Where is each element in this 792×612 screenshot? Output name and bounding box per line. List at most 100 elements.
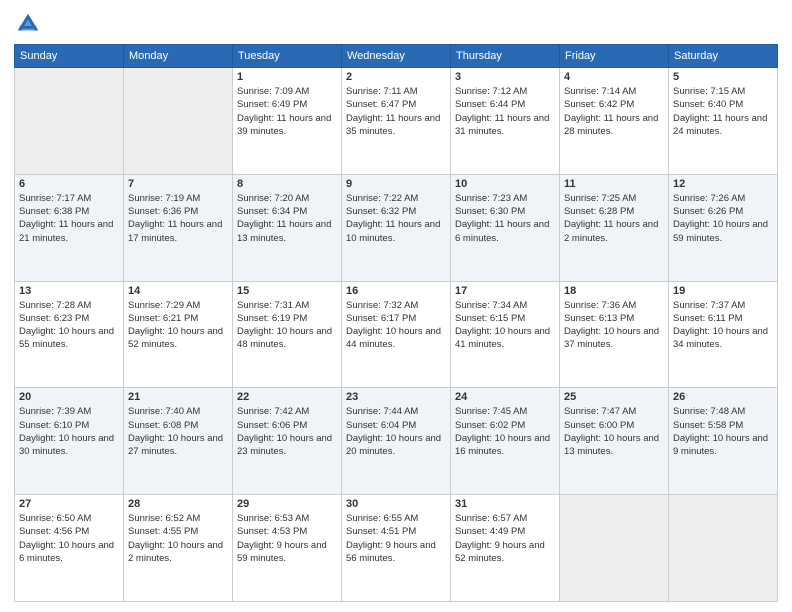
day-number: 2 <box>346 71 446 83</box>
week-row-2: 6 Sunrise: 7:17 AMSunset: 6:38 PMDaylight… <box>15 174 778 281</box>
day-number: 29 <box>237 498 337 510</box>
calendar-cell: 14 Sunrise: 7:29 AMSunset: 6:21 PMDayligh… <box>124 281 233 388</box>
day-info: Sunrise: 6:57 AMSunset: 4:49 PMDaylight:… <box>455 512 555 565</box>
day-info: Sunrise: 7:23 AMSunset: 6:30 PMDaylight:… <box>455 192 555 245</box>
day-number: 20 <box>19 391 119 403</box>
calendar-cell: 12 Sunrise: 7:26 AMSunset: 6:26 PMDayligh… <box>669 174 778 281</box>
day-info: Sunrise: 7:45 AMSunset: 6:02 PMDaylight:… <box>455 405 555 458</box>
day-info: Sunrise: 7:09 AMSunset: 6:49 PMDaylight:… <box>237 85 337 138</box>
day-info: Sunrise: 7:15 AMSunset: 6:40 PMDaylight:… <box>673 85 773 138</box>
calendar-cell: 22Sunrise: 7:42 AMSunset: 6:06 PMDayligh… <box>233 388 342 495</box>
day-info: Sunrise: 7:39 AMSunset: 6:10 PMDaylight:… <box>19 405 119 458</box>
day-number: 26 <box>673 391 773 403</box>
calendar-cell: 17 Sunrise: 7:34 AMSunset: 6:15 PMDayligh… <box>451 281 560 388</box>
day-info: Sunrise: 7:25 AMSunset: 6:28 PMDaylight:… <box>564 192 664 245</box>
page: SundayMondayTuesdayWednesdayThursdayFrid… <box>0 0 792 612</box>
calendar-cell: 7 Sunrise: 7:19 AMSunset: 6:36 PMDaylight… <box>124 174 233 281</box>
logo-icon <box>14 10 42 38</box>
day-number: 6 <box>19 178 119 190</box>
logo <box>14 10 46 38</box>
calendar-cell: 25 Sunrise: 7:47 AMSunset: 6:00 PMDayligh… <box>560 388 669 495</box>
day-number: 12 <box>673 178 773 190</box>
day-info: Sunrise: 7:22 AMSunset: 6:32 PMDaylight:… <box>346 192 446 245</box>
day-number: 16 <box>346 285 446 297</box>
calendar-cell: 20 Sunrise: 7:39 AMSunset: 6:10 PMDayligh… <box>15 388 124 495</box>
day-info: Sunrise: 7:48 AMSunset: 5:58 PMDaylight:… <box>673 405 773 458</box>
day-number: 9 <box>346 178 446 190</box>
day-info: Sunrise: 6:55 AMSunset: 4:51 PMDaylight:… <box>346 512 446 565</box>
day-number: 27 <box>19 498 119 510</box>
day-info: Sunrise: 7:12 AMSunset: 6:44 PMDaylight:… <box>455 85 555 138</box>
day-info: Sunrise: 7:34 AMSunset: 6:15 PMDaylight:… <box>455 299 555 352</box>
calendar-cell: 30 Sunrise: 6:55 AMSunset: 4:51 PMDayligh… <box>342 495 451 602</box>
calendar-cell: 29 Sunrise: 6:53 AMSunset: 4:53 PMDayligh… <box>233 495 342 602</box>
calendar-cell: 15Sunrise: 7:31 AMSunset: 6:19 PMDayligh… <box>233 281 342 388</box>
day-number: 31 <box>455 498 555 510</box>
week-row-4: 20 Sunrise: 7:39 AMSunset: 6:10 PMDayligh… <box>15 388 778 495</box>
calendar-cell: 4 Sunrise: 7:14 AMSunset: 6:42 PMDaylight… <box>560 68 669 175</box>
calendar-cell <box>124 68 233 175</box>
day-info: Sunrise: 7:19 AMSunset: 6:36 PMDaylight:… <box>128 192 228 245</box>
week-row-5: 27 Sunrise: 6:50 AMSunset: 4:56 PMDayligh… <box>15 495 778 602</box>
calendar-cell: 5 Sunrise: 7:15 AMSunset: 6:40 PMDaylight… <box>669 68 778 175</box>
day-info: Sunrise: 7:47 AMSunset: 6:00 PMDaylight:… <box>564 405 664 458</box>
calendar-cell: 8 Sunrise: 7:20 AMSunset: 6:34 PMDaylight… <box>233 174 342 281</box>
calendar-cell: 18 Sunrise: 7:36 AMSunset: 6:13 PMDayligh… <box>560 281 669 388</box>
weekday-header-sunday: Sunday <box>15 45 124 68</box>
day-number: 7 <box>128 178 228 190</box>
week-row-3: 13Sunrise: 7:28 AMSunset: 6:23 PMDayligh… <box>15 281 778 388</box>
calendar-cell: 19Sunrise: 7:37 AMSunset: 6:11 PMDayligh… <box>669 281 778 388</box>
day-info: Sunrise: 7:36 AMSunset: 6:13 PMDaylight:… <box>564 299 664 352</box>
calendar-cell: 11 Sunrise: 7:25 AMSunset: 6:28 PMDayligh… <box>560 174 669 281</box>
weekday-header-monday: Monday <box>124 45 233 68</box>
calendar-cell <box>669 495 778 602</box>
day-number: 19 <box>673 285 773 297</box>
day-info: Sunrise: 7:14 AMSunset: 6:42 PMDaylight:… <box>564 85 664 138</box>
day-number: 10 <box>455 178 555 190</box>
calendar-cell: 24 Sunrise: 7:45 AMSunset: 6:02 PMDayligh… <box>451 388 560 495</box>
day-number: 14 <box>128 285 228 297</box>
weekday-header-wednesday: Wednesday <box>342 45 451 68</box>
weekday-header-friday: Friday <box>560 45 669 68</box>
day-number: 4 <box>564 71 664 83</box>
weekday-header-row: SundayMondayTuesdayWednesdayThursdayFrid… <box>15 45 778 68</box>
day-info: Sunrise: 6:50 AMSunset: 4:56 PMDaylight:… <box>19 512 119 565</box>
day-info: Sunrise: 7:32 AMSunset: 6:17 PMDaylight:… <box>346 299 446 352</box>
calendar-cell: 6 Sunrise: 7:17 AMSunset: 6:38 PMDaylight… <box>15 174 124 281</box>
day-number: 3 <box>455 71 555 83</box>
calendar-table: SundayMondayTuesdayWednesdayThursdayFrid… <box>14 44 778 602</box>
calendar-cell: 1Sunrise: 7:09 AMSunset: 6:49 PMDaylight… <box>233 68 342 175</box>
weekday-header-thursday: Thursday <box>451 45 560 68</box>
day-info: Sunrise: 7:26 AMSunset: 6:26 PMDaylight:… <box>673 192 773 245</box>
calendar-cell: 3 Sunrise: 7:12 AMSunset: 6:44 PMDaylight… <box>451 68 560 175</box>
day-info: Sunrise: 7:29 AMSunset: 6:21 PMDaylight:… <box>128 299 228 352</box>
calendar-cell: 26 Sunrise: 7:48 AMSunset: 5:58 PMDayligh… <box>669 388 778 495</box>
calendar-cell: 27 Sunrise: 6:50 AMSunset: 4:56 PMDayligh… <box>15 495 124 602</box>
day-number: 24 <box>455 391 555 403</box>
day-number: 17 <box>455 285 555 297</box>
day-number: 28 <box>128 498 228 510</box>
day-info: Sunrise: 6:53 AMSunset: 4:53 PMDaylight:… <box>237 512 337 565</box>
calendar-cell: 31 Sunrise: 6:57 AMSunset: 4:49 PMDayligh… <box>451 495 560 602</box>
weekday-header-saturday: Saturday <box>669 45 778 68</box>
calendar-cell: 21Sunrise: 7:40 AMSunset: 6:08 PMDayligh… <box>124 388 233 495</box>
calendar-cell: 2Sunrise: 7:11 AMSunset: 6:47 PMDaylight… <box>342 68 451 175</box>
day-number: 8 <box>237 178 337 190</box>
calendar-cell: 23Sunrise: 7:44 AMSunset: 6:04 PMDayligh… <box>342 388 451 495</box>
day-info: Sunrise: 7:17 AMSunset: 6:38 PMDaylight:… <box>19 192 119 245</box>
day-number: 11 <box>564 178 664 190</box>
day-number: 22 <box>237 391 337 403</box>
day-info: Sunrise: 7:28 AMSunset: 6:23 PMDaylight:… <box>19 299 119 352</box>
week-row-1: 1Sunrise: 7:09 AMSunset: 6:49 PMDaylight… <box>15 68 778 175</box>
calendar-cell <box>560 495 669 602</box>
calendar-cell: 13Sunrise: 7:28 AMSunset: 6:23 PMDayligh… <box>15 281 124 388</box>
calendar-cell: 9 Sunrise: 7:22 AMSunset: 6:32 PMDaylight… <box>342 174 451 281</box>
day-number: 18 <box>564 285 664 297</box>
weekday-header-tuesday: Tuesday <box>233 45 342 68</box>
day-number: 5 <box>673 71 773 83</box>
day-number: 30 <box>346 498 446 510</box>
day-info: Sunrise: 6:52 AMSunset: 4:55 PMDaylight:… <box>128 512 228 565</box>
day-number: 25 <box>564 391 664 403</box>
day-info: Sunrise: 7:20 AMSunset: 6:34 PMDaylight:… <box>237 192 337 245</box>
header <box>14 10 778 38</box>
